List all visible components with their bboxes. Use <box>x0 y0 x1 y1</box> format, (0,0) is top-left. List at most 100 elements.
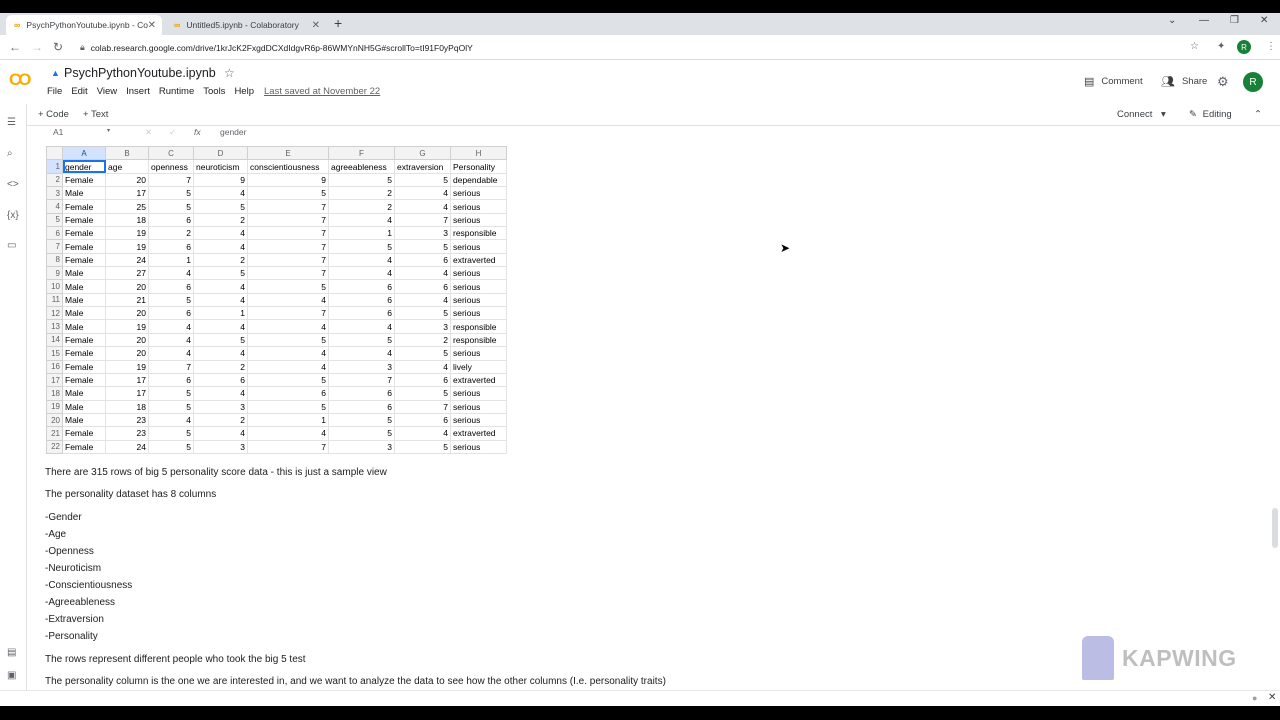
table-row: 2 Female 20 7 9 9 5 5 dependable <box>46 172 507 188</box>
notebook-title[interactable]: PsychPythonYoutube.ipynb <box>64 66 216 80</box>
back-icon[interactable]: ← <box>9 40 21 54</box>
scrollbar-thumb[interactable] <box>1272 508 1278 548</box>
formula-value[interactable]: gender <box>220 127 246 137</box>
terminal-icon[interactable]: ▣ <box>7 670 16 681</box>
column-header: E <box>247 145 329 161</box>
menu-edit[interactable]: Edit <box>71 86 87 97</box>
close-window-icon[interactable]: ✕ <box>1260 15 1268 26</box>
tab-psychpython[interactable]: ∞ PsychPythonYoutube.ipynb - Co ✕ <box>6 15 162 35</box>
tab-untitled5[interactable]: ∞ Untitled5.ipynb - Colaboratory ✕ <box>166 15 326 35</box>
table-cell: serious <box>450 346 507 361</box>
table-cell: 7 <box>247 212 329 228</box>
table-row: 5 Female 18 6 2 7 4 7 serious <box>46 212 507 228</box>
cell-reference[interactable]: A1 <box>53 127 63 137</box>
table-cell: 6 <box>394 252 451 268</box>
row-number: 8 <box>46 252 63 268</box>
header-cell: openness <box>148 159 194 174</box>
table-cell: 5 <box>394 239 451 254</box>
search-icon[interactable]: ⌕ <box>7 148 13 159</box>
table-cell: 6 <box>148 212 194 228</box>
table-cell: 17 <box>105 372 149 388</box>
table-cell: 3 <box>394 319 451 334</box>
extensions-icon[interactable]: ✦ <box>1217 41 1225 52</box>
table-cell: 4 <box>247 359 329 374</box>
columns-count-text: The personality dataset has 8 columns <box>45 489 217 500</box>
reload-icon[interactable]: ↻ <box>53 40 63 54</box>
cell-ref-dropdown-icon[interactable]: ▾ <box>107 127 110 134</box>
settings-gear-icon[interactable]: ⚙ <box>1217 74 1229 90</box>
table-cell: 6 <box>394 279 451 294</box>
close-tab-icon[interactable]: ✕ <box>312 20 320 31</box>
table-cell: 4 <box>193 386 248 401</box>
table-cell: 7 <box>247 199 329 214</box>
table-row: 15 Female 20 4 4 4 4 5 serious <box>46 346 507 361</box>
star-icon[interactable]: ☆ <box>224 66 235 80</box>
table-cell: Female <box>62 439 106 454</box>
row-number: 16 <box>46 359 63 374</box>
table-cell: 6 <box>148 279 194 294</box>
table-cell: 5 <box>328 239 395 254</box>
table-cell: 6 <box>328 279 395 294</box>
table-row: 9 Male 27 4 5 7 4 4 serious <box>46 266 507 281</box>
table-cell: extraverted <box>450 372 507 388</box>
browser-menu-icon[interactable]: ⋮ <box>1266 41 1276 52</box>
bookmark-star-icon[interactable]: ☆ <box>1190 41 1199 52</box>
title-bar <box>0 0 1280 13</box>
add-code-button[interactable]: + Code <box>38 109 69 120</box>
menu-view[interactable]: View <box>97 86 117 97</box>
list-item: -Age <box>45 529 67 540</box>
table-cell: 24 <box>105 252 149 268</box>
files-icon[interactable]: ▭ <box>7 240 16 251</box>
table-of-contents-icon[interactable]: ☰ <box>7 117 16 128</box>
browser-profile-avatar[interactable]: R <box>1237 40 1251 54</box>
code-snippets-icon[interactable]: <> <box>7 179 19 190</box>
command-palette-icon[interactable]: ▤ <box>7 647 16 658</box>
table-cell: 4 <box>193 426 248 441</box>
kapwing-watermark: KAPWING <box>1082 636 1237 680</box>
menu-runtime[interactable]: Runtime <box>159 86 194 97</box>
table-cell: 7 <box>247 252 329 268</box>
summary-text: There are 315 rows of big 5 personality … <box>45 467 387 478</box>
connect-button[interactable]: Connect ▾ <box>1117 109 1166 120</box>
list-item: -Extraversion <box>45 614 104 625</box>
row-number: 1 <box>46 159 63 174</box>
table-cell: 3 <box>394 226 451 241</box>
forward-icon[interactable]: → <box>31 40 43 54</box>
table-cell: 1 <box>247 412 329 428</box>
table-cell: Female <box>62 372 106 388</box>
url-field[interactable]: 🔒︎ colab.research.google.com/drive/1krJc… <box>80 39 1210 56</box>
table-row: 17 Female 17 6 6 5 7 6 extraverted <box>46 372 507 388</box>
close-tab-icon[interactable]: ✕ <box>148 20 156 31</box>
table-cell: 5 <box>148 439 194 454</box>
colab-logo[interactable]: CO <box>9 70 31 90</box>
table-row: 11 Male 21 5 4 4 6 4 serious <box>46 292 507 308</box>
tab-search-icon[interactable]: ⌄ <box>1168 15 1176 26</box>
variables-icon[interactable]: {x} <box>7 210 19 221</box>
last-saved-link[interactable]: Last saved at November 22 <box>264 86 380 97</box>
table-cell: Male <box>62 266 106 281</box>
table-cell: 5 <box>394 386 451 401</box>
collapse-header-icon[interactable]: ⌃ <box>1254 109 1262 120</box>
minimize-icon[interactable]: — <box>1199 15 1209 26</box>
table-cell: 2 <box>394 332 451 348</box>
close-status-icon[interactable]: ✕ <box>1268 692 1276 703</box>
colab-profile-avatar[interactable]: R <box>1243 72 1263 92</box>
list-item: -Agreeableness <box>45 597 116 608</box>
menu-help[interactable]: Help <box>234 86 254 97</box>
menu-tools[interactable]: Tools <box>203 86 225 97</box>
table-cell: 4 <box>394 266 451 281</box>
table-row: 16 Female 19 7 2 4 3 4 lively <box>46 359 507 374</box>
comment-button[interactable]: ▤ Comment <box>1084 75 1143 88</box>
table-cell: 1 <box>148 252 194 268</box>
add-text-button[interactable]: + Text <box>83 109 108 120</box>
table-row: 21 Female 23 5 4 4 5 4 extraverted <box>46 426 507 441</box>
maximize-icon[interactable]: ❐ <box>1230 15 1239 26</box>
editing-button[interactable]: ✎ Editing <box>1189 109 1232 120</box>
row-number: 18 <box>46 386 63 401</box>
menu-insert[interactable]: Insert <box>126 86 150 97</box>
table-cell: serious <box>450 386 507 401</box>
table-cell: Female <box>62 172 106 188</box>
new-tab-icon[interactable]: + <box>334 15 342 31</box>
menu-file[interactable]: File <box>47 86 62 97</box>
share-button[interactable]: 👥︎ Share <box>1161 75 1207 88</box>
